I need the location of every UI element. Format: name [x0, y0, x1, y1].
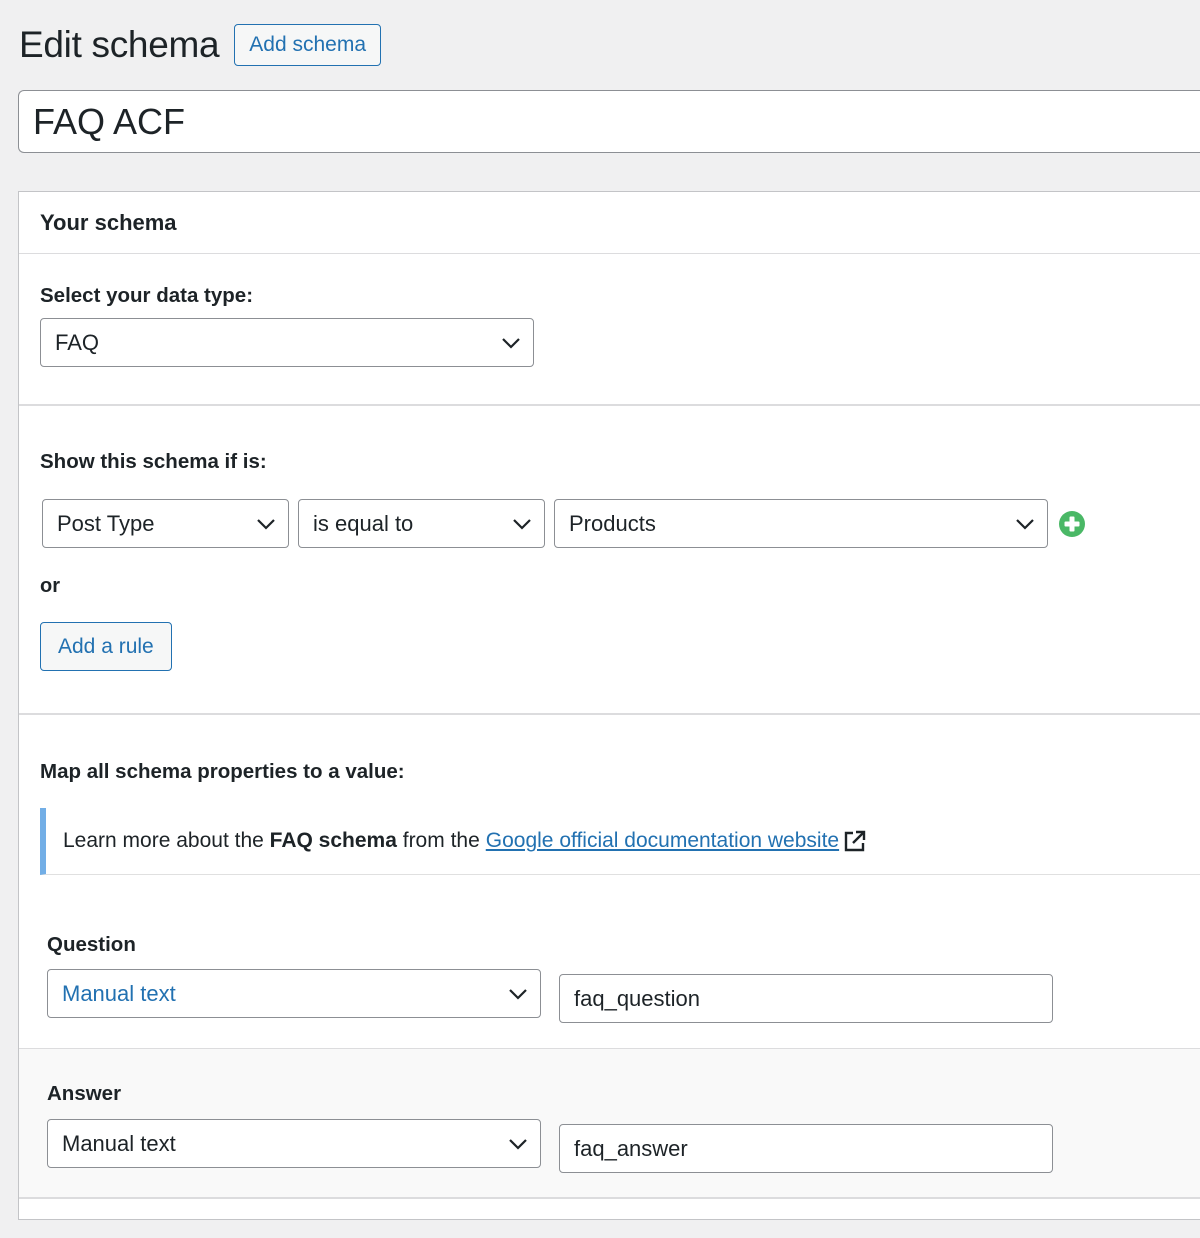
question-value-input[interactable]: faq_question [559, 974, 1053, 1023]
mapping-label: Map all schema properties to a value: [40, 760, 405, 783]
chevron-down-icon [502, 337, 520, 349]
docs-notice: Learn more about the FAQ schema from the… [40, 808, 1200, 875]
condition-operator-value: is equal to [313, 510, 414, 536]
add-schema-button[interactable]: Add schema [234, 24, 382, 66]
chevron-down-icon [513, 518, 531, 530]
data-type-label: Select your data type: [40, 284, 254, 307]
schema-title-input[interactable]: FAQ ACF [18, 90, 1200, 153]
condition-value-select[interactable]: Products [554, 499, 1048, 548]
chevron-down-icon [257, 518, 275, 530]
plus-circle-icon[interactable] [1058, 510, 1086, 538]
conditions-label: Show this schema if is: [40, 450, 267, 473]
data-type-value: FAQ [55, 329, 100, 355]
google-docs-link[interactable]: Google official documentation website [486, 829, 839, 853]
question-source-select[interactable]: Manual text [47, 969, 541, 1018]
section-divider [19, 404, 1200, 406]
notice-prefix: Learn more about the [63, 829, 264, 852]
notice-middle: from the [402, 829, 480, 852]
condition-param-select[interactable]: Post Type [42, 499, 289, 548]
schema-panel: Your schema Select your data type: FAQ S… [18, 191, 1200, 1220]
external-link-icon[interactable] [843, 829, 867, 853]
property-label-question: Question [47, 933, 136, 956]
data-type-select[interactable]: FAQ [40, 318, 534, 367]
chevron-down-icon [509, 1138, 527, 1150]
section-divider [19, 1197, 1200, 1199]
answer-source-select[interactable]: Manual text [47, 1119, 541, 1168]
answer-value-input[interactable]: faq_answer [559, 1124, 1053, 1173]
add-rule-button[interactable]: Add a rule [40, 622, 172, 671]
panel-heading: Your schema [19, 192, 1200, 254]
or-label: or [40, 575, 60, 597]
page-header: Edit schema Add schema [19, 22, 382, 68]
question-source-value: Manual text [62, 980, 176, 1006]
condition-operator-select[interactable]: is equal to [298, 499, 545, 548]
condition-value-value: Products [569, 510, 656, 536]
page-title: Edit schema [19, 24, 220, 65]
answer-source-value: Manual text [62, 1130, 176, 1156]
property-label-answer: Answer [47, 1082, 122, 1105]
section-divider [19, 713, 1200, 715]
condition-param-value: Post Type [57, 510, 155, 536]
notice-schema-name: FAQ schema [269, 829, 397, 852]
chevron-down-icon [1016, 518, 1034, 530]
chevron-down-icon [509, 988, 527, 1000]
